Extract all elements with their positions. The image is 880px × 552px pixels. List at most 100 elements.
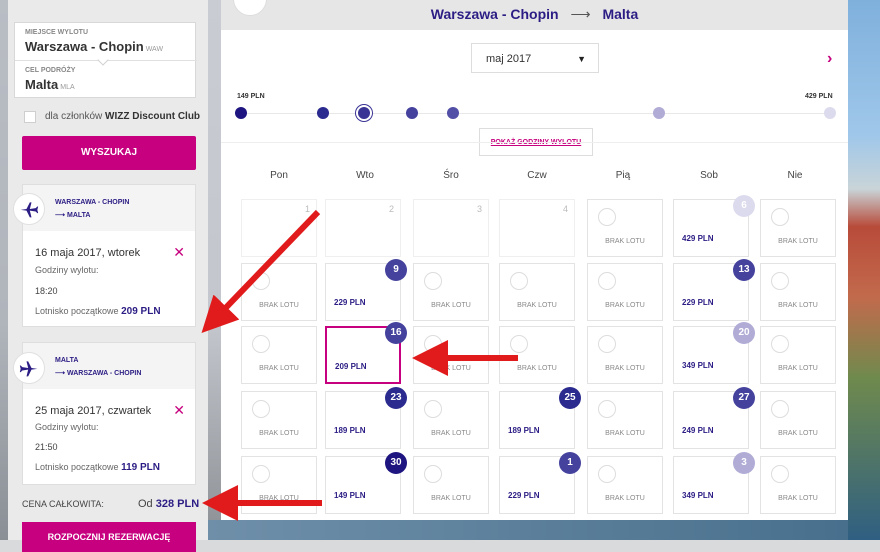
calendar-day-unavailable: BRAK LOTU	[499, 326, 575, 384]
price-track	[241, 113, 831, 114]
no-flight-label: BRAK LOTU	[778, 238, 818, 245]
no-flight-label: BRAK LOTU	[778, 302, 818, 309]
no-flight-label: BRAK LOTU	[259, 430, 299, 437]
airplane-icon	[771, 465, 789, 483]
calendar-day-unavailable: BRAK LOTU	[760, 391, 836, 449]
airplane-icon	[252, 400, 270, 418]
airplane-icon	[598, 208, 616, 226]
day-price: 349 PLN	[682, 491, 714, 500]
route-to: Malta	[602, 6, 639, 22]
price-dot[interactable]	[317, 107, 329, 119]
flight-card-outbound: WARSZAWA - CHOPIN ⟶ MALTA 16 maja 2017, …	[13, 184, 196, 327]
close-icon[interactable]: ✕	[173, 402, 185, 419]
day-number: 1	[304, 204, 310, 214]
flight-price-row: Lotnisko początkowe 209 PLN	[35, 306, 161, 317]
chevron-right-icon[interactable]: ›	[827, 50, 832, 68]
origin-field[interactable]: Warszawa - Chopin WAW	[25, 39, 163, 54]
no-flight-label: BRAK LOTU	[605, 365, 645, 372]
no-flight-label: BRAK LOTU	[431, 430, 471, 437]
flight-price-label: Lotnisko początkowe	[35, 462, 119, 472]
airplane-icon	[598, 272, 616, 290]
month-value: maj 2017	[486, 53, 532, 65]
flight-from: WARSZAWA - CHOPIN	[55, 199, 130, 206]
day-name: Nie	[787, 170, 803, 181]
price-dot[interactable]	[653, 107, 665, 119]
airplane-icon	[13, 193, 45, 225]
flight-price-label: Lotnisko początkowe	[35, 306, 119, 316]
airplane-icon	[252, 335, 270, 353]
price-dot[interactable]	[824, 107, 836, 119]
price-dot[interactable]	[406, 107, 418, 119]
search-button[interactable]: WYSZUKAJ	[22, 136, 196, 170]
airplane-icon	[771, 400, 789, 418]
flight-price: 209 PLN	[121, 306, 161, 317]
calendar-day-unavailable: BRAK LOTU	[760, 263, 836, 321]
no-flight-label: BRAK LOTU	[778, 495, 818, 502]
origin-value: Warszawa - Chopin	[25, 39, 144, 54]
day-number-badge: 16	[385, 322, 407, 344]
calendar-day-unavailable: BRAK LOTU	[587, 456, 663, 514]
flight-hours-label: Godziny wylotu:	[35, 265, 99, 275]
calendar-day-unavailable: BRAK LOTU	[587, 391, 663, 449]
airplane-icon	[424, 465, 442, 483]
day-price: 229 PLN	[682, 298, 714, 307]
day-price: 249 PLN	[682, 426, 714, 435]
arrow-right-icon: ⟶	[55, 212, 67, 219]
close-icon[interactable]: ✕	[173, 244, 185, 261]
search-box: MIEJSCE WYLOTU Warszawa - Chopin WAW CEL …	[14, 22, 197, 98]
total-value-row: Od 328 PLN	[138, 498, 199, 510]
calendar-day-unavailable: BRAK LOTU	[587, 326, 663, 384]
day-number: 4	[562, 204, 568, 214]
flight-time: 21:50	[35, 442, 58, 452]
no-flight-label: BRAK LOTU	[605, 238, 645, 245]
airplane-icon	[252, 465, 270, 483]
flight-to: WARSZAWA - CHOPIN	[66, 370, 142, 377]
background-bottom	[208, 520, 848, 540]
arrow-right-icon: ⟶	[570, 6, 591, 22]
calendar-day-unavailable: BRAK LOTU	[760, 326, 836, 384]
airplane-icon	[424, 335, 442, 353]
no-flight-label: BRAK LOTU	[517, 365, 557, 372]
calendar-day-unavailable: BRAK LOTU	[760, 199, 836, 257]
day-price: 209 PLN	[335, 362, 367, 371]
day-number-badge: 25	[559, 387, 581, 409]
no-flight-label: BRAK LOTU	[605, 302, 645, 309]
divider-notch	[97, 54, 109, 66]
day-name: Pon	[270, 170, 288, 181]
month-select[interactable]: maj 2017 ▼	[471, 43, 599, 73]
no-flight-label: BRAK LOTU	[259, 302, 299, 309]
dest-code: MLA	[60, 84, 75, 91]
day-number-badge: 30	[385, 452, 407, 474]
origin-code: WAW	[145, 46, 164, 53]
total-label: CENA CAŁKOWITA:	[22, 499, 104, 509]
route-title: Warszawa - Chopin ⟶ Malta	[221, 6, 848, 23]
calendar-day-unavailable: BRAK LOTU	[413, 456, 489, 514]
flight-to-line: ⟶ WARSZAWA - CHOPIN	[55, 369, 141, 377]
flight-card-return: MALTA ⟶ WARSZAWA - CHOPIN 25 maja 2017, …	[13, 342, 196, 485]
calendar-day-unavailable: BRAK LOTU	[499, 263, 575, 321]
calendar-day-unavailable: BRAK LOTU	[241, 391, 317, 449]
day-price: 149 PLN	[334, 491, 366, 500]
day-price: 189 PLN	[508, 426, 540, 435]
no-flight-label: BRAK LOTU	[259, 365, 299, 372]
dest-value: Malta	[25, 77, 59, 92]
flight-price: 119 PLN	[121, 462, 160, 473]
day-price: 189 PLN	[334, 426, 366, 435]
flight-price-row: Lotnisko początkowe 119 PLN	[35, 462, 160, 473]
calendar-day-unavailable: BRAK LOTU	[241, 456, 317, 514]
club-checkbox[interactable]	[24, 111, 36, 123]
day-number-badge: 23	[385, 387, 407, 409]
calendar-day-past: 3	[413, 199, 489, 257]
price-min: 149 PLN	[237, 93, 265, 100]
no-flight-label: BRAK LOTU	[605, 430, 645, 437]
day-price: 349 PLN	[682, 361, 714, 370]
no-flight-label: BRAK LOTU	[431, 302, 471, 309]
price-dot-selected[interactable]	[358, 107, 370, 119]
day-number-badge: 13	[733, 259, 755, 281]
price-dot[interactable]	[447, 107, 459, 119]
price-dot[interactable]	[235, 107, 247, 119]
calendar-panel: Warszawa - Chopin ⟶ Malta maj 2017 ▼ › 1…	[221, 0, 848, 520]
start-booking-button[interactable]: ROZPOCZNIJ REZERWACJĘ	[22, 522, 196, 552]
dest-field[interactable]: Malta MLA	[25, 77, 75, 92]
airplane-icon	[771, 272, 789, 290]
